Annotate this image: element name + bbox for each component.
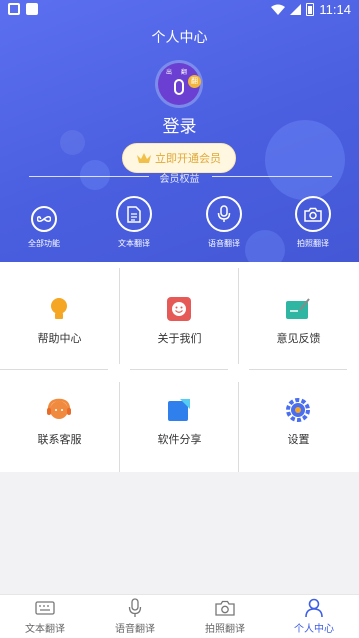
microphone-icon	[90, 598, 180, 618]
nav-voice-translate[interactable]: 语音翻译	[90, 598, 180, 635]
infinity-icon	[31, 206, 57, 232]
bottom-nav: 文本翻译 语音翻译 拍照翻译 个人中心	[0, 594, 359, 638]
avatar-tag-left: 出	[166, 69, 173, 76]
feature-voice-translate[interactable]: 语音翻译	[189, 196, 259, 249]
grid-item-label: 设置	[287, 433, 310, 446]
status-bar: 11:14	[0, 0, 359, 20]
feature-label: 文本翻译	[118, 239, 150, 248]
grid-item-label: 关于我们	[157, 332, 202, 345]
keyboard-icon	[0, 598, 90, 618]
feature-label: 全部功能	[28, 239, 60, 248]
coin-badge: 翻	[188, 75, 201, 88]
profile-header: 11:14 个人中心 出 翻 翻 登录 立即开通会员 会员权益 全部功能 文本翻…	[0, 0, 359, 262]
camera-icon	[295, 196, 331, 232]
nav-personal-center[interactable]: 个人中心	[269, 598, 359, 635]
feature-all-functions[interactable]: 全部功能	[9, 206, 79, 249]
grid-item-settings[interactable]: 设置	[239, 367, 358, 472]
grid-item-label: 帮助中心	[37, 332, 82, 345]
crown-icon	[137, 153, 151, 163]
feedback-icon	[286, 298, 310, 319]
feature-label: 语音翻译	[208, 239, 240, 248]
image-notification-icon	[8, 3, 20, 15]
nav-label: 语音翻译	[115, 624, 155, 635]
grid-item-help-center[interactable]: 帮助中心	[0, 262, 119, 367]
vip-rights-label: 会员权益	[159, 174, 200, 185]
function-grid: 帮助中心 关于我们 意见反馈 联系客服 软件分享 设置	[0, 262, 359, 472]
nav-label: 个人中心	[294, 624, 334, 635]
gear-icon	[286, 398, 310, 422]
signal-icon	[290, 4, 302, 15]
camera-icon	[180, 598, 270, 618]
headset-icon	[47, 398, 71, 419]
feature-label: 拍照翻译	[297, 239, 329, 248]
page-title: 个人中心	[151, 30, 208, 46]
lightbulb-icon	[51, 298, 67, 319]
grid-item-label: 意见反馈	[276, 332, 321, 345]
grid-item-about-us[interactable]: 关于我们	[120, 262, 239, 367]
grid-item-label: 联系客服	[37, 433, 82, 446]
feature-text-translate[interactable]: 文本翻译	[99, 196, 169, 249]
battery-icon	[306, 3, 315, 16]
person-icon	[269, 598, 359, 618]
grid-item-feedback[interactable]: 意见反馈	[239, 262, 358, 367]
nav-photo-translate[interactable]: 拍照翻译	[180, 598, 270, 635]
document-icon	[116, 196, 152, 232]
grid-item-customer-service[interactable]: 联系客服	[0, 367, 119, 472]
app-notification-icon	[26, 3, 38, 15]
open-vip-button[interactable]: 立即开通会员	[122, 143, 236, 173]
avatar-tag-right: 翻	[181, 69, 188, 76]
divider-right	[212, 176, 332, 177]
share-icon	[168, 399, 190, 421]
avatar[interactable]: 出 翻 翻	[158, 63, 201, 105]
nav-text-translate[interactable]: 文本翻译	[0, 598, 90, 635]
status-time: 11:14	[319, 2, 351, 17]
open-vip-label: 立即开通会员	[155, 152, 221, 165]
microphone-icon	[174, 79, 184, 95]
nav-label: 文本翻译	[25, 624, 65, 635]
microphone-icon	[206, 196, 242, 232]
feature-photo-translate[interactable]: 拍照翻译	[278, 196, 348, 249]
grid-item-label: 软件分享	[157, 433, 202, 446]
grid-item-share-app[interactable]: 软件分享	[120, 367, 239, 472]
wifi-icon	[271, 4, 286, 15]
login-button[interactable]: 登录	[0, 112, 359, 137]
smile-icon	[167, 297, 191, 321]
nav-label: 拍照翻译	[205, 624, 245, 635]
